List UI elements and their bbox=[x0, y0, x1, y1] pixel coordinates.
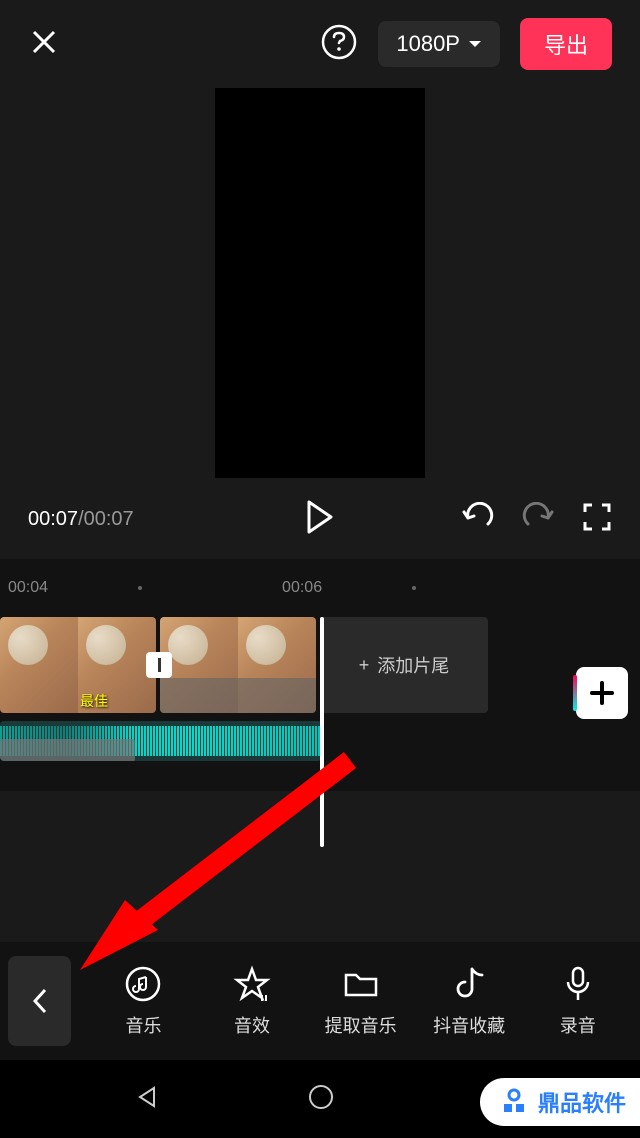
audio-clip-label bbox=[0, 739, 135, 761]
play-button[interactable] bbox=[305, 500, 335, 539]
fullscreen-button[interactable] bbox=[582, 502, 612, 537]
chevron-down-icon bbox=[468, 39, 482, 49]
bottom-toolbar: 音乐 音效 提取音乐 抖音收藏 bbox=[0, 942, 640, 1060]
tool-label: 抖音收藏 bbox=[433, 1012, 505, 1038]
watermark-logo-icon bbox=[498, 1086, 530, 1118]
add-ending-button[interactable]: + 添加片尾 bbox=[320, 617, 488, 713]
watermark-text: 鼎品软件 bbox=[538, 1086, 626, 1118]
tool-extract-music[interactable]: 提取音乐 bbox=[306, 964, 415, 1038]
tool-douyin-favorites[interactable]: 抖音收藏 bbox=[415, 964, 524, 1038]
folder-icon bbox=[342, 964, 380, 1004]
tracks: 最佳 + 添加片尾 bbox=[0, 617, 640, 791]
play-icon bbox=[305, 500, 335, 534]
fullscreen-icon bbox=[582, 502, 612, 532]
clip-thumbnail bbox=[238, 617, 316, 713]
ruler-dot bbox=[138, 586, 142, 590]
current-time: 00:07 bbox=[28, 508, 78, 530]
export-button[interactable]: 导出 bbox=[520, 18, 612, 70]
nav-back-button[interactable] bbox=[134, 1084, 160, 1115]
playback-controls: 00:07/00:07 bbox=[0, 488, 640, 559]
tool-record[interactable]: 录音 bbox=[523, 964, 632, 1038]
playhead[interactable] bbox=[320, 617, 324, 847]
video-clip-1[interactable]: 最佳 bbox=[0, 617, 156, 713]
video-clip-2[interactable] bbox=[160, 617, 316, 713]
tool-label: 音效 bbox=[234, 1012, 270, 1038]
preview-area bbox=[0, 88, 640, 488]
tool-label: 录音 bbox=[560, 1012, 596, 1038]
help-button[interactable] bbox=[320, 23, 358, 66]
header: 1080P 导出 bbox=[0, 0, 640, 88]
redo-icon bbox=[522, 502, 554, 532]
timeline-ruler: 00:04 00:06 bbox=[0, 571, 640, 617]
tool-label: 提取音乐 bbox=[325, 1012, 397, 1038]
control-group bbox=[462, 502, 612, 537]
resolution-label: 1080P bbox=[396, 31, 460, 57]
resolution-button[interactable]: 1080P bbox=[378, 21, 500, 67]
transition-marker[interactable] bbox=[146, 652, 172, 678]
microphone-icon bbox=[563, 964, 593, 1004]
clip-thumbnail: 最佳 bbox=[78, 617, 156, 713]
tool-music[interactable]: 音乐 bbox=[89, 964, 198, 1038]
redo-button[interactable] bbox=[522, 502, 554, 537]
ruler-mark: 00:06 bbox=[282, 579, 322, 597]
add-clip-button[interactable] bbox=[576, 667, 628, 719]
audio-track[interactable] bbox=[0, 721, 322, 761]
header-right: 1080P 导出 bbox=[320, 18, 612, 70]
back-button[interactable] bbox=[8, 956, 71, 1046]
plus-icon bbox=[588, 679, 616, 707]
ruler-dot bbox=[412, 586, 416, 590]
clip-thumbnail bbox=[0, 617, 78, 713]
ruler-mark: 00:04 bbox=[8, 579, 48, 597]
watermark-badge: 鼎品软件 bbox=[480, 1078, 640, 1126]
plus-icon: + bbox=[359, 655, 370, 676]
chevron-left-icon bbox=[31, 986, 49, 1016]
close-icon bbox=[28, 26, 60, 58]
undo-button[interactable] bbox=[462, 502, 494, 537]
music-icon bbox=[124, 964, 162, 1004]
nav-home-button[interactable] bbox=[307, 1083, 335, 1116]
time-display: 00:07/00:07 bbox=[28, 508, 178, 531]
douyin-icon bbox=[452, 964, 486, 1004]
video-preview[interactable] bbox=[215, 88, 425, 478]
undo-icon bbox=[462, 502, 494, 532]
triangle-back-icon bbox=[134, 1084, 160, 1110]
timeline-area: 00:04 00:06 最佳 + 添加片尾 bbox=[0, 559, 640, 791]
circle-home-icon bbox=[307, 1083, 335, 1111]
tool-effects[interactable]: 音效 bbox=[198, 964, 307, 1038]
star-icon bbox=[233, 964, 271, 1004]
help-icon bbox=[320, 23, 358, 61]
total-time: 00:07 bbox=[84, 508, 134, 530]
tool-label: 音乐 bbox=[125, 1012, 161, 1038]
close-button[interactable] bbox=[28, 26, 60, 63]
